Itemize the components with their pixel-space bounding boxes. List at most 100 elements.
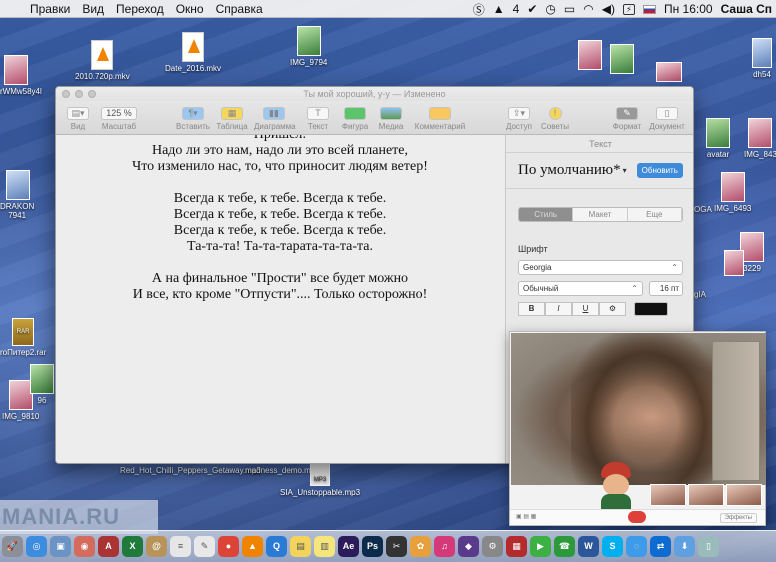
dock-pages-icon[interactable]: ✎ xyxy=(194,536,215,557)
insert-button[interactable]: ¶▾ Вставить xyxy=(173,107,213,131)
airplay-icon[interactable]: ▭ xyxy=(564,2,575,16)
zoom-icon[interactable] xyxy=(88,90,96,98)
text-color-swatch[interactable] xyxy=(634,302,668,316)
dock-itunes-icon[interactable]: ♫ xyxy=(434,536,455,557)
desktop-file-oga[interactable]: OGA xyxy=(694,205,712,214)
check-icon[interactable]: ✔ xyxy=(527,2,537,16)
table-button[interactable]: ▦ Таблица xyxy=(212,107,252,131)
desktop-file-img-6493[interactable]: IMG_6493 xyxy=(714,172,751,213)
text-button[interactable]: T Текст xyxy=(298,107,338,131)
tips-button[interactable]: ! Советы xyxy=(535,107,575,131)
dock-word-icon[interactable]: W xyxy=(578,536,599,557)
share-button[interactable]: ⇪▾ Доступ xyxy=(499,107,539,131)
dock-facetime2-icon[interactable]: ☎ xyxy=(554,536,575,557)
close-icon[interactable] xyxy=(62,90,70,98)
input-language-flag-icon[interactable] xyxy=(642,4,656,14)
desktop-file-dh54[interactable]: dh54 xyxy=(752,38,772,79)
participant-thumbnail[interactable] xyxy=(688,484,724,506)
dock-notes-icon[interactable]: ≡ xyxy=(170,536,191,557)
comment-button[interactable]: Комментарий xyxy=(410,107,470,131)
dock-stickies-icon[interactable]: ▤ xyxy=(290,536,311,557)
dock-photo-booth-icon[interactable]: ▦ xyxy=(506,536,527,557)
dock-final-cut-icon[interactable]: ✂ xyxy=(386,536,407,557)
dock-system-prefs-icon[interactable]: ⚙ xyxy=(482,536,503,557)
clock[interactable]: Пн 16:00 xyxy=(664,2,713,16)
dock-launchpad-icon[interactable]: 🚀 xyxy=(2,536,23,557)
menu-view[interactable]: Вид xyxy=(82,2,104,16)
desktop-file-rar[interactable]: RAR roПитер2.rar xyxy=(0,318,46,357)
desktop-file-rhcp-mp3[interactable]: Red_Hot_Chilli_Peppers_Getaway.mp3 xyxy=(120,466,261,476)
zoom-control[interactable]: 125 % Масштаб xyxy=(96,107,142,131)
participant-thumbnail[interactable] xyxy=(650,484,686,506)
dock-notes2-icon[interactable]: ▥ xyxy=(314,536,335,557)
dock-photos-icon[interactable]: ◉ xyxy=(74,536,95,557)
dock-access-icon[interactable]: A xyxy=(98,536,119,557)
bold-button[interactable]: B xyxy=(518,302,545,316)
desktop-file-96[interactable]: 96 xyxy=(30,364,54,405)
tab-more[interactable]: Еще xyxy=(627,208,682,221)
dock-skype-icon[interactable]: S xyxy=(602,536,623,557)
wifi-icon[interactable]: ◠ xyxy=(583,2,593,16)
dock-photoshop-icon[interactable]: Ps xyxy=(362,536,383,557)
desktop-file-rwmw[interactable]: rWMw58y4l xyxy=(0,55,42,96)
dock-facetime-icon[interactable]: ▶ xyxy=(530,536,551,557)
menu-help[interactable]: Справка xyxy=(216,2,263,16)
layout-icon[interactable]: ▣ ▤ ▦ xyxy=(516,513,536,520)
dock-vlc-icon[interactable]: ▲ xyxy=(242,536,263,557)
format-button[interactable]: ✎ Формат xyxy=(607,107,647,131)
update-style-button[interactable]: Обновить xyxy=(636,163,683,178)
menu-edit[interactable]: Правки xyxy=(30,2,70,16)
chart-button[interactable]: ▮▮ Диаграмма xyxy=(254,107,296,131)
dock-chrome-icon[interactable]: ● xyxy=(218,536,239,557)
gear-icon[interactable]: ⚙ xyxy=(599,302,626,316)
shape-button[interactable]: Фигура xyxy=(335,107,375,131)
tab-style[interactable]: Стиль xyxy=(519,208,574,221)
window-titlebar[interactable]: Ты мой хороший, у-у — Изменено xyxy=(56,87,693,101)
dock-after-effects-icon[interactable]: Ae xyxy=(338,536,359,557)
volume-icon[interactable]: ◀) xyxy=(602,2,615,16)
desktop-photo-cluster-3[interactable] xyxy=(656,62,682,84)
font-family-select[interactable]: Georgia xyxy=(518,260,683,275)
desktop-photo-cluster-1[interactable] xyxy=(578,40,602,72)
document-canvas[interactable]: Пришёл: Надо ли это нам, надо ли это все… xyxy=(56,135,504,463)
desktop-file-img-9794[interactable]: IMG_9794 xyxy=(290,26,327,67)
dock-contacts-icon[interactable]: @ xyxy=(146,536,167,557)
desktop-file-avatar[interactable]: avatar xyxy=(706,118,730,159)
desktop-file-mkv-2[interactable]: Date_2016.mkv xyxy=(165,32,221,73)
effects-button[interactable]: Эффекты xyxy=(719,513,757,523)
desktop-file-gia[interactable]: gIA xyxy=(694,290,706,299)
menu-go[interactable]: Переход xyxy=(116,2,164,16)
italic-button[interactable]: I xyxy=(545,302,572,316)
desktop-file-img-843[interactable]: IMG_843 xyxy=(744,118,776,159)
dock-downloads-icon[interactable]: ⬇ xyxy=(674,536,695,557)
desktop-photo-cluster-2[interactable] xyxy=(610,44,634,76)
dock-messages-icon[interactable]: ◌ xyxy=(626,536,647,557)
desktop-file-mkv-1[interactable]: 2010.720p.mkv xyxy=(75,40,130,81)
participant-thumbnail[interactable] xyxy=(726,484,762,506)
dock-excel-icon[interactable]: X xyxy=(122,536,143,557)
dock-safari-icon[interactable]: ◎ xyxy=(26,536,47,557)
underline-button[interactable]: U xyxy=(572,302,599,316)
desktop-photo-cluster-4[interactable] xyxy=(724,250,744,278)
dock-preview-icon[interactable]: ▣ xyxy=(50,536,71,557)
dock-photos-app-icon[interactable]: ✿ xyxy=(410,536,431,557)
chevron-down-icon[interactable]: ▾ xyxy=(623,166,627,175)
hang-up-button[interactable] xyxy=(628,511,646,523)
paragraph-style-name[interactable]: По умолчанию* xyxy=(518,162,621,179)
zoom-value[interactable]: 125 % xyxy=(101,107,137,120)
battery-icon[interactable]: ⚡ xyxy=(622,3,635,15)
dock-quicktime-icon[interactable]: Q xyxy=(266,536,287,557)
document-button[interactable]: ▯ Документ xyxy=(647,107,687,131)
view-button[interactable]: ▤▾ Вид xyxy=(58,107,98,131)
minimize-icon[interactable] xyxy=(75,90,83,98)
media-button[interactable]: Медиа xyxy=(371,107,411,131)
adobe-icon[interactable]: ▲ xyxy=(493,2,505,16)
timemachine-icon[interactable]: ◷ xyxy=(545,2,555,16)
user-name[interactable]: Саша Сп xyxy=(721,2,772,16)
desktop-file-drakon[interactable]: DRAKON 7941 xyxy=(0,170,34,220)
dock-game-icon[interactable]: ◆ xyxy=(458,536,479,557)
dock-trash-icon[interactable]: ▯ xyxy=(698,536,719,557)
tab-layout[interactable]: Макет xyxy=(573,208,628,221)
font-size-field[interactable]: 16 пт xyxy=(649,281,683,296)
menu-window[interactable]: Окно xyxy=(176,2,204,16)
